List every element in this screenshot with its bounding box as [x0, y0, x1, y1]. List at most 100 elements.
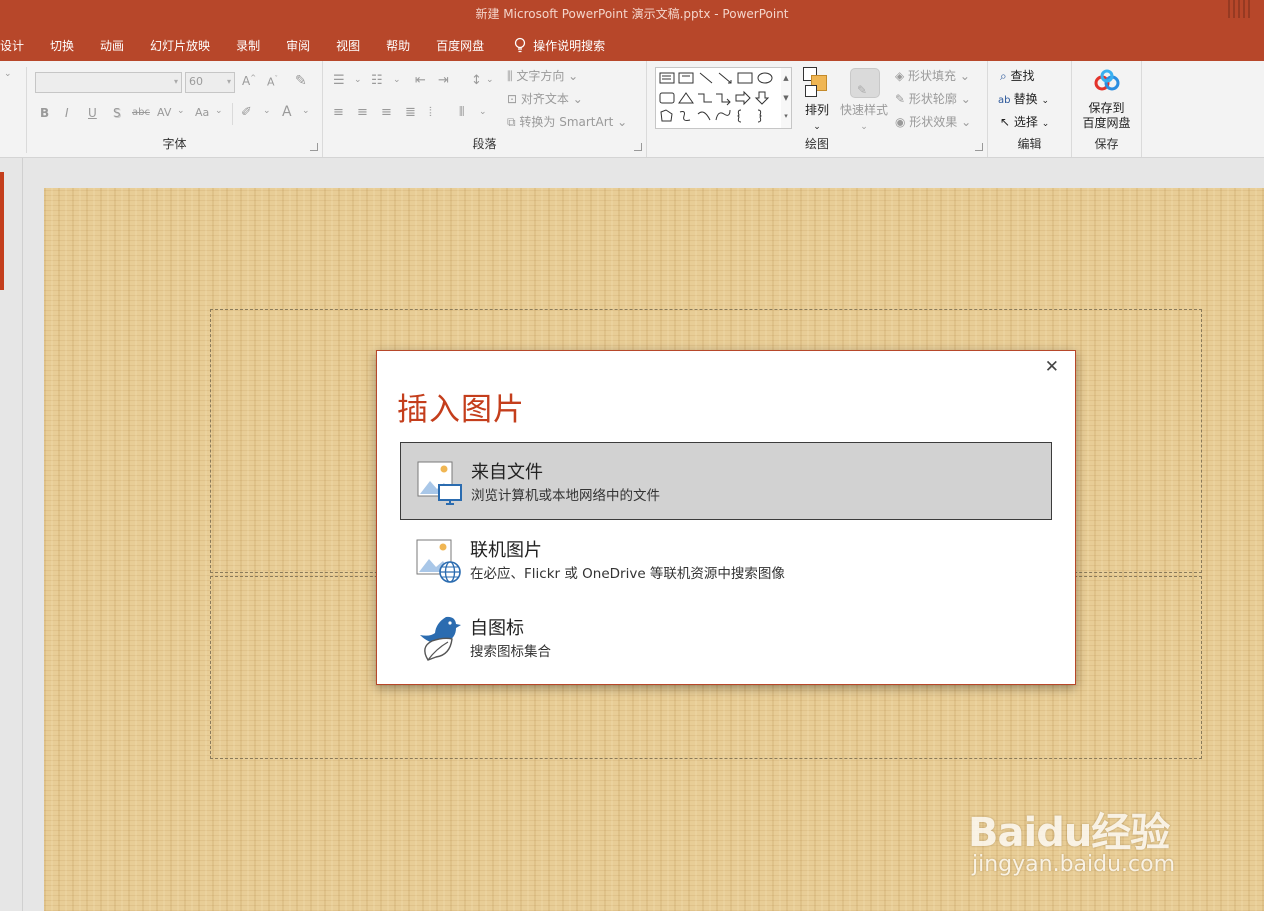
shape-fill-button[interactable]: ◈ 形状填充 ⌄	[895, 67, 970, 84]
tab-view[interactable]: 视图	[323, 37, 373, 54]
option-title: 自图标	[470, 618, 524, 639]
smartart-button[interactable]: ⧉ 转换为 SmartArt ⌄	[507, 113, 627, 130]
dialog-launcher-icon[interactable]	[310, 143, 318, 151]
tab-review[interactable]: 审阅	[273, 37, 323, 54]
chevron-down-icon: ⌄	[813, 122, 821, 132]
option-description: 搜索图标集合	[470, 644, 551, 660]
select-label: 选择	[1013, 115, 1038, 129]
find-button[interactable]: ⌕ 查找	[1000, 67, 1035, 84]
save-to-netdisk-button[interactable]: 保存到 百度网盘	[1072, 101, 1141, 131]
align-text-button[interactable]: ⊡ 对齐文本 ⌄	[507, 90, 583, 107]
drawing-group-label: 绘图	[804, 137, 829, 151]
columns-icon[interactable]: ⫴	[459, 105, 464, 120]
baidu-netdisk-icon[interactable]	[1093, 69, 1121, 93]
chevron-down-icon[interactable]: ⌄	[215, 106, 223, 116]
shrink-font-icon[interactable]: Aˇ	[267, 75, 278, 89]
shape-effects-button[interactable]: ◉ 形状效果 ⌄	[895, 113, 971, 130]
chevron-down-icon: ⌄	[1041, 119, 1050, 129]
chevron-down-icon: ▼	[783, 94, 789, 102]
chevron-down-icon[interactable]: ⌄	[479, 107, 487, 117]
highlight-icon[interactable]: ✐	[241, 105, 252, 120]
paint-bucket-icon: ◈	[895, 69, 909, 83]
window-title: 新建 Microsoft PowerPoint 演示文稿.pptx - Powe…	[475, 7, 789, 21]
font-color-button[interactable]: A	[282, 104, 292, 120]
text-direction-label: 文字方向	[516, 69, 565, 83]
replace-icon: ab	[998, 95, 1014, 106]
font-group: ▾ 60 ▾ A^ Aˇ ✎ B I U S abc AV ⌄ Aa ⌄ ✐ ⌄…	[27, 61, 323, 157]
effects-icon: ◉	[895, 115, 910, 129]
chevron-down-icon[interactable]: ⌄	[354, 75, 362, 85]
close-icon[interactable]: ✕	[1045, 357, 1059, 377]
increase-indent-icon[interactable]: ⇥	[438, 73, 449, 88]
decrease-indent-icon[interactable]: ⇤	[415, 73, 426, 88]
shape-outline-label: 形状轮廓	[908, 92, 957, 106]
shapes-gallery[interactable]	[655, 67, 783, 129]
strikethrough-button[interactable]: abc	[132, 107, 150, 118]
tab-help[interactable]: 帮助	[373, 37, 423, 54]
tab-design[interactable]: 设计	[0, 37, 37, 54]
distributed-icon[interactable]: ⦙	[429, 105, 432, 120]
font-name-box[interactable]: ▾	[35, 72, 182, 93]
chevron-down-icon[interactable]: ⌄	[4, 69, 12, 79]
thumbnail-pane-edge	[22, 158, 23, 911]
align-center-icon[interactable]: ≡	[357, 105, 368, 120]
tab-transitions[interactable]: 切换	[37, 37, 87, 54]
tell-me-label: 操作说明搜索	[533, 38, 606, 53]
numbering-icon[interactable]: ☷	[371, 73, 383, 88]
chevron-down-icon: ▾	[173, 77, 178, 86]
cursor-icon: ↖	[1000, 115, 1014, 129]
shape-effects-label: 形状效果	[909, 115, 958, 129]
underline-button[interactable]: U	[88, 106, 97, 120]
tell-me-search[interactable]: 操作说明搜索	[497, 37, 605, 54]
chevron-down-icon[interactable]: ⌄	[177, 106, 185, 116]
chevron-down-icon[interactable]: ⌄	[263, 106, 271, 116]
option-icons[interactable]: 自图标 搜索图标集合	[400, 599, 1050, 675]
chevron-down-icon[interactable]: ⌄	[302, 106, 310, 116]
shape-outline-button[interactable]: ✎ 形状轮廓 ⌄	[895, 90, 971, 107]
dialog-launcher-icon[interactable]	[634, 143, 642, 151]
slide-thumbnail-selected[interactable]	[0, 172, 4, 290]
replace-button[interactable]: ab 替换 ⌄	[998, 90, 1049, 107]
tab-record[interactable]: 录制	[223, 37, 273, 54]
tab-animations[interactable]: 动画	[87, 37, 137, 54]
search-icon: ⌕	[1000, 69, 1011, 83]
smartart-label: 转换为 SmartArt	[519, 115, 614, 129]
tab-baidu-netdisk[interactable]: 百度网盘	[423, 37, 497, 54]
option-from-file[interactable]: 来自文件 浏览计算机或本地网络中的文件	[400, 442, 1052, 520]
character-spacing-button[interactable]: AV	[157, 106, 171, 119]
clear-formatting-icon[interactable]: ✎	[295, 73, 307, 89]
bullets-icon[interactable]: ☰	[333, 73, 345, 88]
title-decoration	[1228, 0, 1250, 18]
shapes-gallery-scroll[interactable]: ▲ ▼ ▾	[781, 67, 792, 129]
tab-slideshow[interactable]: 幻灯片放映	[137, 37, 223, 54]
arrange-button[interactable]: 排列 ⌄	[803, 101, 831, 132]
arrange-icon[interactable]	[803, 67, 831, 97]
editing-group-label: 编辑	[1017, 137, 1042, 151]
grow-font-icon[interactable]: A^	[242, 74, 256, 88]
option-description: 浏览计算机或本地网络中的文件	[471, 488, 660, 504]
chevron-up-icon: ▲	[783, 74, 789, 82]
bold-button[interactable]: B	[40, 106, 49, 120]
change-case-button[interactable]: Aa	[195, 106, 209, 119]
select-button[interactable]: ↖ 选择 ⌄	[1000, 113, 1049, 130]
text-direction-button[interactable]: ⫼ 文字方向 ⌄	[507, 67, 578, 84]
chevron-down-icon[interactable]: ⌄	[393, 75, 401, 85]
chevron-down-icon[interactable]: ⌄	[486, 75, 494, 85]
option-online-pictures[interactable]: 联机图片 在必应、Flickr 或 OneDrive 等联机资源中搜索图像	[400, 521, 1050, 597]
align-right-icon[interactable]: ≡	[381, 105, 392, 120]
quick-styles-icon[interactable]: ✎	[850, 68, 880, 98]
justify-icon[interactable]: ≣	[405, 105, 416, 120]
line-spacing-icon[interactable]: ↕	[471, 73, 482, 88]
lightbulb-icon	[514, 37, 526, 53]
quick-styles-button[interactable]: 快速样式 ⌄	[838, 101, 890, 132]
save-button-line1: 保存到	[1088, 101, 1125, 115]
dialog-launcher-icon[interactable]	[975, 143, 983, 151]
italic-button[interactable]: I	[65, 106, 69, 120]
more-icon: ▾	[784, 112, 788, 120]
shape-fill-label: 形状填充	[908, 69, 957, 83]
ribbon: ⌄ ▾ 60 ▾ A^ Aˇ ✎ B I U S abc AV ⌄ Aa ⌄ ✐…	[0, 61, 1264, 158]
shadow-button[interactable]: S	[113, 106, 121, 120]
bird-leaf-icon	[420, 616, 461, 661]
align-left-icon[interactable]: ≡	[333, 105, 344, 120]
font-size-box[interactable]: 60 ▾	[185, 72, 235, 93]
